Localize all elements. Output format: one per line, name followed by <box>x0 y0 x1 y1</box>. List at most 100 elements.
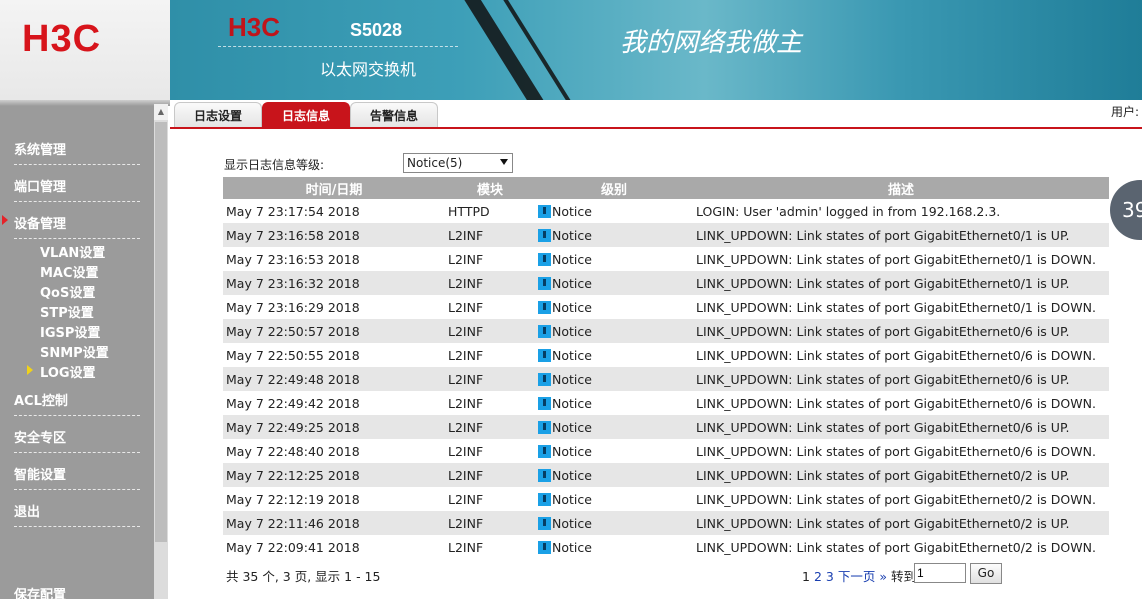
cell-description: LINK_UPDOWN: Link states of port Gigabit… <box>693 463 1109 487</box>
level-text: Notice <box>552 347 592 363</box>
cell-module: L2INF <box>445 343 535 367</box>
banner-divider <box>218 46 458 47</box>
cell-description: LINK_UPDOWN: Link states of port Gigabit… <box>693 343 1109 367</box>
sidebar-item-device[interactable]: 设备管理 <box>2 213 140 239</box>
sidebar-item-acl[interactable]: ACL控制 <box>14 390 140 416</box>
sidebar-subitem-stp[interactable]: STP设置 <box>40 302 94 321</box>
cell-time: May 7 23:16:29 2018 <box>223 295 445 319</box>
sidebar-subitem-label: MAC设置 <box>40 266 99 281</box>
cell-description: LOGIN: User 'admin' logged in from 192.1… <box>693 199 1109 223</box>
chevron-down-icon <box>500 159 508 165</box>
level-filter-select[interactable]: Notice(5) <box>403 153 513 173</box>
sidebar-item-label: 系统管理 <box>14 143 67 158</box>
cell-description: LINK_UPDOWN: Link states of port Gigabit… <box>693 271 1109 295</box>
page-2-link[interactable]: 2 <box>814 569 822 584</box>
cell-description: LINK_UPDOWN: Link states of port Gigabit… <box>693 295 1109 319</box>
cell-level: Notice <box>535 463 693 487</box>
table-row: May 7 22:49:48 2018 L2INF Notice LINK_UPDOW… <box>223 367 1109 391</box>
table-row: May 7 23:16:32 2018 L2INF Notice LINK_UPDOW… <box>223 271 1109 295</box>
notice-level-icon <box>538 324 551 338</box>
table-row: May 7 22:49:42 2018 L2INF Notice LINK_UPDOW… <box>223 391 1109 415</box>
table-row: May 7 23:16:58 2018 L2INF Notice LINK_UPDOW… <box>223 223 1109 247</box>
sidebar-subitem-snmp[interactable]: SNMP设置 <box>40 342 109 361</box>
goto-page-input[interactable] <box>914 563 966 583</box>
notice-level-icon <box>538 516 551 530</box>
cell-time: May 7 22:49:42 2018 <box>223 391 445 415</box>
sidebar-item-system[interactable]: 系统管理 <box>14 139 140 165</box>
banner-model: S5028 <box>350 20 403 40</box>
sidebar-subitem-qos[interactable]: QoS设置 <box>40 282 95 301</box>
log-table: 时间/日期 模块 级别 描述 May 7 23:17:54 2018 HTTPD N… <box>223 177 1109 559</box>
sidebar-item-label: 设备管理 <box>14 217 67 232</box>
cell-module: L2INF <box>445 391 535 415</box>
level-text: Notice <box>552 299 592 315</box>
sidebar-subitem-mac[interactable]: MAC设置 <box>40 262 99 281</box>
tab-log-info[interactable]: 日志信息 <box>262 102 350 127</box>
level-text: Notice <box>552 467 592 483</box>
cell-module: L2INF <box>445 415 535 439</box>
table-row: May 7 22:09:41 2018 L2INF Notice LINK_UPDOW… <box>223 535 1109 559</box>
notice-level-icon <box>538 540 551 554</box>
cell-module: L2INF <box>445 271 535 295</box>
sidebar: 系统管理 端口管理 设备管理 VLAN设置 MAC设置 QoS设置 STP设置 … <box>0 100 170 603</box>
cell-level: Notice <box>535 247 693 271</box>
page-1[interactable]: 1 <box>802 569 810 584</box>
level-text: Notice <box>552 443 592 459</box>
cell-time: May 7 23:17:54 2018 <box>223 199 445 223</box>
sidebar-subitem-vlan[interactable]: VLAN设置 <box>40 242 105 261</box>
cell-level: Notice <box>535 535 693 559</box>
cell-module: L2INF <box>445 367 535 391</box>
sidebar-subitem-log[interactable]: LOG设置 <box>27 362 96 381</box>
cell-level: Notice <box>535 487 693 511</box>
next-arrow-icon[interactable]: » <box>879 569 887 584</box>
sidebar-item-exit[interactable]: 退出 <box>14 501 140 527</box>
column-header-description: 描述 <box>693 177 1109 199</box>
cell-module: L2INF <box>445 487 535 511</box>
sidebar-item-smart[interactable]: 智能设置 <box>14 464 140 490</box>
tab-log-settings[interactable]: 日志设置 <box>174 102 262 127</box>
cell-description: LINK_UPDOWN: Link states of port Gigabit… <box>693 319 1109 343</box>
level-text: Notice <box>552 491 592 507</box>
notice-level-icon <box>538 204 551 218</box>
cell-description: LINK_UPDOWN: Link states of port Gigabit… <box>693 511 1109 535</box>
next-page-link[interactable]: 下一页 <box>838 569 876 584</box>
table-row: May 7 22:49:25 2018 L2INF Notice LINK_UPDOW… <box>223 415 1109 439</box>
cell-level: Notice <box>535 343 693 367</box>
cell-level: Notice <box>535 439 693 463</box>
table-row: May 7 23:16:29 2018 L2INF Notice LINK_UPDOW… <box>223 295 1109 319</box>
scrollbar-thumb[interactable] <box>155 122 167 542</box>
sidebar-item-port[interactable]: 端口管理 <box>14 176 140 202</box>
scroll-up-icon[interactable]: ▲ <box>154 104 168 120</box>
cell-level: Notice <box>535 319 693 343</box>
sidebar-item-save-config[interactable]: 保存配置 <box>14 584 140 609</box>
cell-level: Notice <box>535 511 693 535</box>
goto-label: 转到 <box>890 569 916 584</box>
sidebar-scrollbar[interactable]: ▲ <box>154 104 168 599</box>
level-text: Notice <box>552 323 592 339</box>
go-button[interactable]: Go <box>970 563 1002 584</box>
cell-level: Notice <box>535 199 693 223</box>
cell-module: L2INF <box>445 439 535 463</box>
sidebar-shade <box>0 100 170 106</box>
sidebar-item-label: 安全专区 <box>14 431 67 446</box>
sidebar-item-security[interactable]: 安全专区 <box>14 427 140 453</box>
active-arrow-icon <box>2 215 8 225</box>
sidebar-subitem-igsp[interactable]: IGSP设置 <box>40 322 100 341</box>
page-3-link[interactable]: 3 <box>826 569 834 584</box>
column-header-level: 级别 <box>535 177 693 199</box>
cell-module: L2INF <box>445 295 535 319</box>
table-row: May 7 22:50:57 2018 L2INF Notice LINK_UPDOW… <box>223 319 1109 343</box>
floating-badge[interactable]: 39 <box>1110 180 1142 240</box>
tab-alarm-info[interactable]: 告警信息 <box>350 102 438 127</box>
cell-time: May 7 23:16:32 2018 <box>223 271 445 295</box>
sidebar-item-label: 保存配置 <box>14 588 67 603</box>
cell-time: May 7 23:16:58 2018 <box>223 223 445 247</box>
cell-time: May 7 22:49:48 2018 <box>223 367 445 391</box>
cell-level: Notice <box>535 415 693 439</box>
sidebar-subitem-label: VLAN设置 <box>40 246 106 261</box>
cell-level: Notice <box>535 271 693 295</box>
notice-level-icon <box>538 252 551 266</box>
sidebar-subitem-label: LOG设置 <box>40 366 96 381</box>
active-arrow-icon <box>27 365 33 375</box>
level-text: Notice <box>552 419 592 435</box>
